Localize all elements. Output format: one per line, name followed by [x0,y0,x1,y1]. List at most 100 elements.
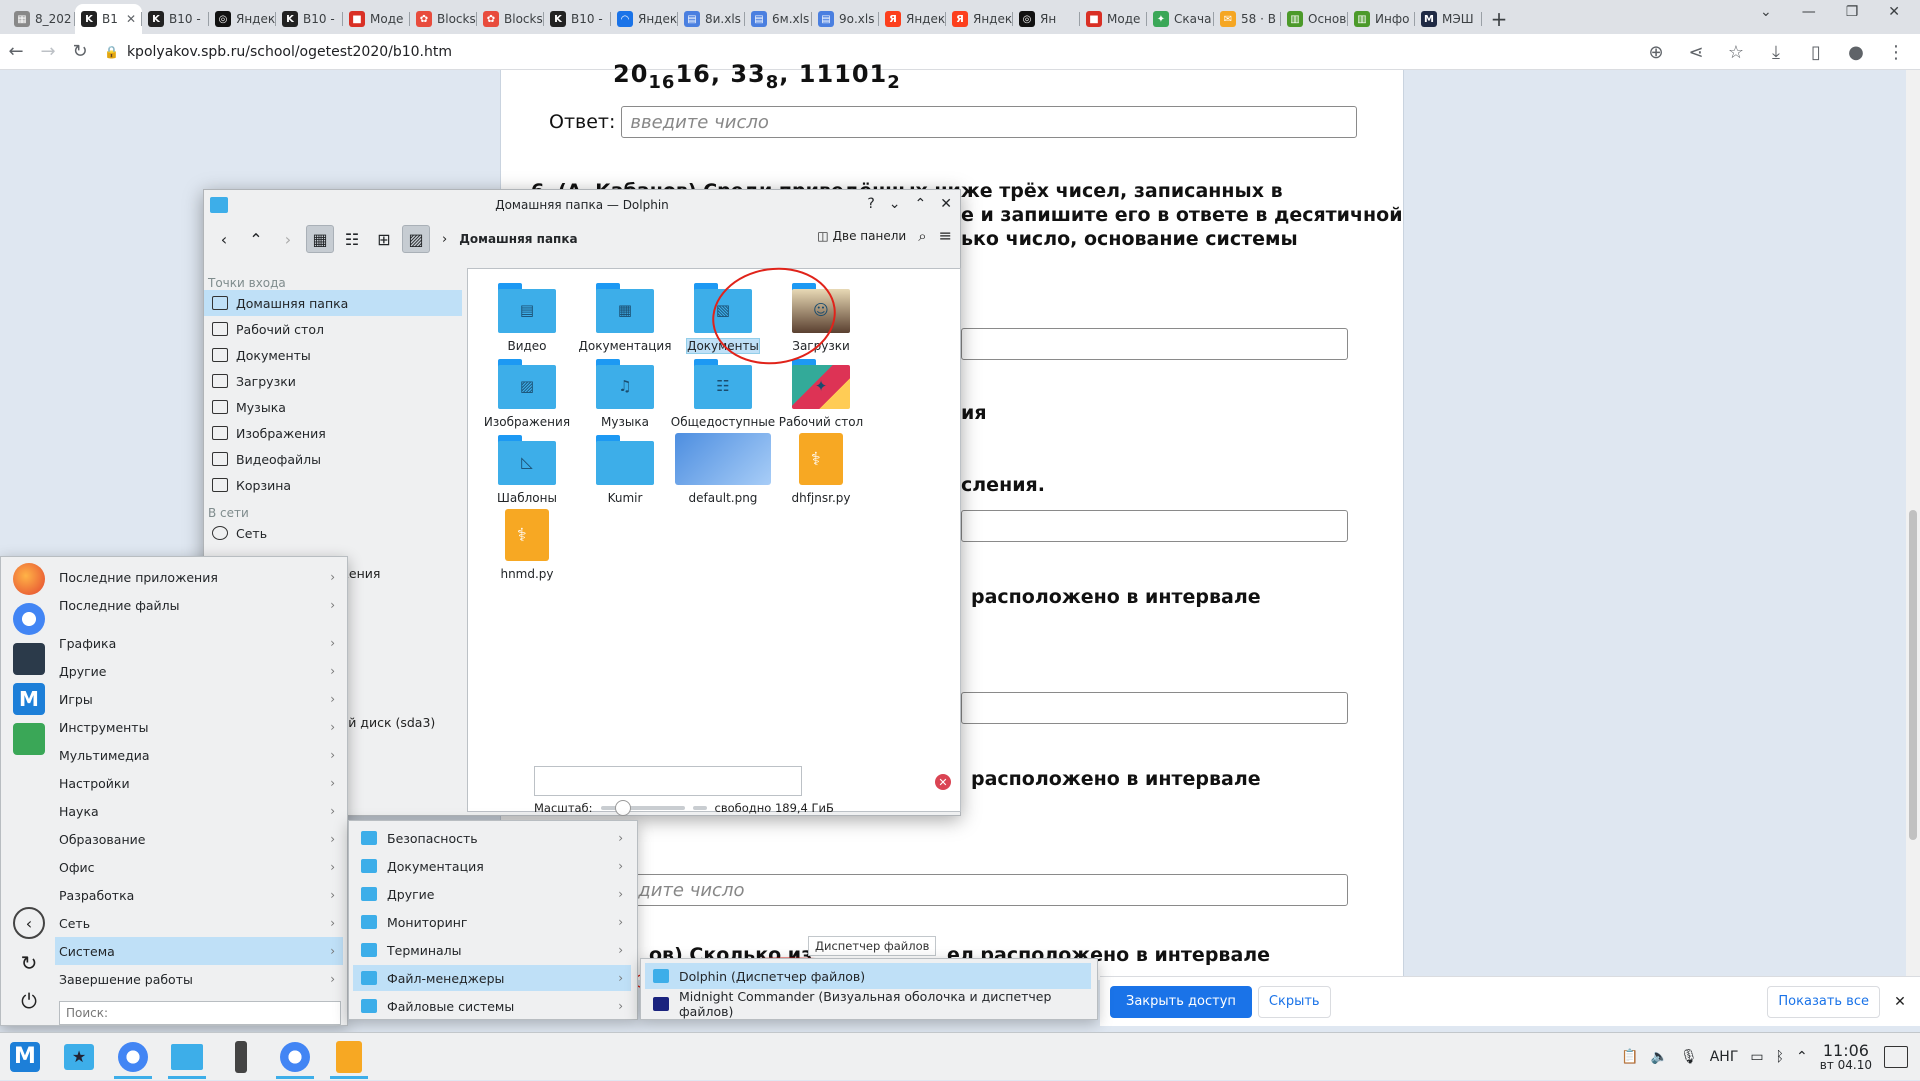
close-icon[interactable]: ✕ [1888,4,1900,20]
stop-sharing-button[interactable]: Закрыть доступ [1110,985,1252,1018]
place-network[interactable]: Сеть [204,520,462,546]
details-view-icon[interactable]: ⊞ [370,225,398,253]
browser-tab[interactable]: K B10 - [544,4,611,34]
microphone-icon[interactable]: 🎙 [1680,1049,1698,1065]
menu-icon[interactable]: ⋮ [1880,36,1912,68]
hamburger-menu-icon[interactable]: ≡ [939,226,952,245]
zoom-slider[interactable] [600,800,685,816]
search-icon[interactable]: ⌕ [918,227,926,245]
browser-tab[interactable]: Я Яндек [879,4,946,34]
volume-icon[interactable]: 🔈 [1651,1049,1668,1065]
place-item[interactable]: Корзина [204,472,462,498]
mesh-app-icon[interactable]: M [13,683,45,715]
browser-tab[interactable]: K B10 - [142,4,209,34]
app-launcher-button[interactable]: M [0,1035,50,1079]
answer-input-q8[interactable] [961,510,1348,542]
launcher-category[interactable]: Мультимедиа › [55,741,343,769]
help-icon[interactable]: ? [867,196,874,212]
launcher-search-input[interactable]: Поиск: [59,1001,341,1025]
task-chromium[interactable] [108,1035,158,1079]
task-favorites[interactable]: ★ [54,1035,104,1079]
keyboard-layout[interactable]: АНГ [1710,1049,1739,1065]
hide-button[interactable]: Скрыть [1257,985,1331,1018]
file-item[interactable]: ◺ Шаблоны [472,433,582,505]
bookmark-star-icon[interactable]: ☆ [1720,36,1752,68]
launcher-category[interactable]: Образование › [55,825,343,853]
browser-tab[interactable]: ◎ Ян [1013,4,1080,34]
place-item[interactable]: Загрузки [204,368,462,394]
launcher-category[interactable]: Наука › [55,797,343,825]
file-item[interactable]: ▤ Видео [472,281,582,353]
filter-input[interactable] [534,766,802,796]
browser-tab[interactable]: ■ Моде [1080,4,1147,34]
reload-icon[interactable]: ↻ [64,36,96,68]
place-item[interactable]: Музыка [204,394,462,420]
close-icon[interactable]: ✕ [940,196,952,212]
file-item[interactable]: ⚕ dhfjnsr.py [766,433,876,505]
file-manager-item[interactable]: Dolphin (Диспетчер файлов) [645,963,1091,989]
show-desktop-icon[interactable] [1884,1046,1908,1068]
place-item[interactable]: Видеофайлы [204,446,462,472]
launcher-category[interactable]: Настройки › [55,769,343,797]
task-python[interactable] [324,1035,374,1079]
icons-view-icon[interactable]: ▦ [306,225,334,253]
preview-icon[interactable]: ▨ [402,225,430,253]
file-item[interactable]: ☷ Общедоступные [668,357,778,429]
clipboard-icon[interactable]: 📋 [1621,1049,1638,1065]
launcher-category[interactable]: Игры › [55,685,343,713]
answer-input-q10[interactable]: введите число [597,874,1348,906]
launcher-category[interactable]: Разработка › [55,881,343,909]
launcher-category[interactable]: Офис › [55,853,343,881]
browser-tab[interactable]: ▤ 9о.xls [812,4,879,34]
tab-close-icon[interactable]: ✕ [126,12,136,26]
file-item[interactable]: ▦ Документация [570,281,680,353]
minimize-icon[interactable]: ⌄ [889,196,901,212]
file-item[interactable]: Kumir [570,433,680,505]
browser-tab[interactable]: ■ Моде [343,4,410,34]
forward-icon[interactable]: › [274,225,302,253]
profile-avatar-icon[interactable]: ● [1840,36,1872,68]
system-submenu-item[interactable]: Другие › [353,881,631,907]
place-item[interactable]: Рабочий стол [204,316,462,342]
file-item[interactable]: ✦ Рабочий стол [766,357,876,429]
browser-tab[interactable]: K B10 - [276,4,343,34]
task-dolphin[interactable] [162,1035,212,1079]
launcher-top-item[interactable]: Последние приложения › [55,563,343,591]
browser-tab[interactable]: K B1 ✕ [75,4,142,34]
show-all-downloads-button[interactable]: Показать все [1767,985,1880,1018]
launcher-category[interactable]: Графика › [55,629,343,657]
place-item[interactable]: Документы [204,342,462,368]
answer-input-q9[interactable] [961,692,1348,724]
browser-tab[interactable]: ▤ 6м.xls [745,4,812,34]
browser-tab[interactable]: ✦ Скача [1147,4,1214,34]
browser-tab[interactable]: ✿ Blocks [410,4,477,34]
browser-tab[interactable]: ▥ Инфо [1348,4,1415,34]
breadcrumb[interactable]: Домашняя папка [459,232,577,246]
restart-icon[interactable]: ↻ [13,947,45,979]
launcher-category[interactable]: Сеть › [55,909,343,937]
close-bar-icon[interactable]: ✕ [1880,994,1920,1010]
answer-input-q6[interactable] [961,328,1348,360]
share-icon[interactable]: ⋖ [1680,36,1712,68]
chromium-icon[interactable] [13,603,45,635]
place-item[interactable]: Домашняя папка [204,290,462,316]
side-panel-icon[interactable]: ▯ [1800,36,1832,68]
browser-tab[interactable]: ◠ Яндек [611,4,678,34]
system-submenu-item[interactable]: Терминалы › [353,937,631,963]
split-view-icon[interactable]: ◫ [817,229,828,243]
info-icon[interactable] [13,723,45,755]
browser-tab[interactable]: ▥ Основ [1281,4,1348,34]
page-scrollbar[interactable] [1906,70,1920,976]
split-view-button[interactable]: Две панели [833,229,907,243]
zoom-icon[interactable]: ⊕ [1640,36,1672,68]
maximize-icon[interactable]: ⌃ [915,196,927,212]
scrollbar-thumb[interactable] [1909,510,1917,840]
zoom-slider-handle[interactable] [614,800,631,816]
compact-view-icon[interactable]: ☷ [338,225,366,253]
file-item[interactable]: default.png [668,433,778,505]
clock[interactable]: 11:06 вт 04.10 [1820,1042,1872,1073]
tray-expand-icon[interactable]: ⌃ [1796,1049,1808,1065]
file-item[interactable]: ▨ Изображения [472,357,582,429]
extensions-icon[interactable]: ⤓ [1760,36,1792,68]
tab-search-icon[interactable]: ⌄ [1760,4,1772,20]
